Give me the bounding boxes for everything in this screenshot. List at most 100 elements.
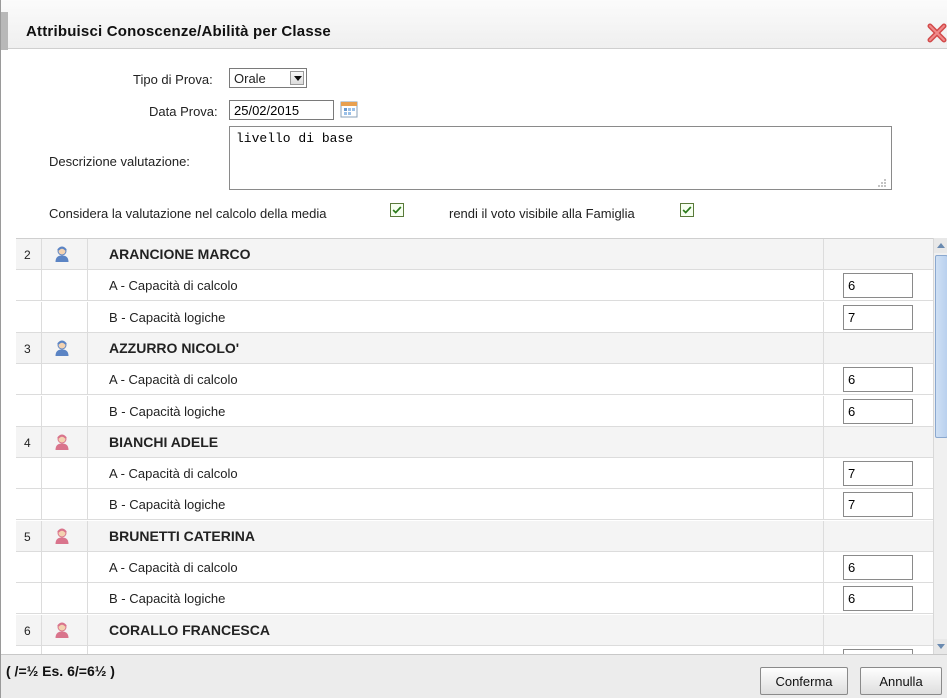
dialog: Attribuisci Conoscenze/Abilità per Class… [0,0,947,698]
skill-grade-cell [824,364,933,395]
student-name: BRUNETTI CATERINA [88,521,824,552]
grade-input[interactable] [843,367,913,392]
resize-grip-icon[interactable] [877,178,887,188]
evaluation-form: Tipo di Prova: Orale Data Prova: Descriz… [1,50,947,238]
student-grade-cell [824,333,933,364]
student-name: AZZURRO NICOLO' [88,333,824,364]
data-prova-label: Data Prova: [149,104,218,119]
skill-number-cell [16,489,42,520]
skill-number-cell [16,396,42,427]
student-icon-cell [42,239,88,270]
skill-grade-cell [824,646,933,654]
student-name: ARANCIONE MARCO [88,239,824,270]
student-name: BIANCHI ADELE [88,427,824,458]
skill-label: B - Capacità logiche [88,489,824,520]
grade-input[interactable] [843,555,913,580]
skill-icon-cell [42,458,88,489]
tipo-prova-select[interactable]: Orale [229,68,307,88]
skill-number-cell [16,302,42,333]
skill-grade-cell [824,396,933,427]
skill-icon-cell [42,583,88,614]
student-icon-cell [42,427,88,458]
titlebar-accent [1,12,8,50]
student-row: 5 BRUNETTI CATERINA [16,521,933,552]
skill-grade-cell [824,302,933,333]
student-number: 2 [16,239,42,270]
scroll-up-icon[interactable] [934,238,947,253]
student-row: 2 ARANCIONE MARCO [16,239,933,270]
skill-row: A - Capacità di calcolo [16,646,933,654]
famiglia-checkbox[interactable] [680,203,694,217]
student-row: 6 CORALLO FRANCESCA [16,615,933,646]
tipo-prova-label: Tipo di Prova: [133,72,213,87]
skill-row: A - Capacità di calcolo [16,364,933,395]
dialog-title: Attribuisci Conoscenze/Abilità per Class… [26,23,331,40]
student-number: 5 [16,521,42,552]
calendar-icon[interactable] [340,100,358,118]
skill-label: A - Capacità di calcolo [88,364,824,395]
close-icon[interactable] [926,22,947,44]
skill-label: A - Capacità di calcolo [88,552,824,583]
skill-label: B - Capacità logiche [88,302,824,333]
student-icon-cell [42,615,88,646]
skill-label: A - Capacità di calcolo [88,458,824,489]
skill-grade-cell [824,489,933,520]
skill-number-cell [16,458,42,489]
grade-input[interactable] [843,305,913,330]
chevron-down-icon[interactable] [290,71,304,85]
grades-table: 2ARANCIONE MARCOA - Capacità di calcoloB… [16,238,933,654]
student-grade-cell [824,615,933,646]
skill-row: B - Capacità logiche [16,302,933,333]
data-prova-input[interactable] [229,100,334,120]
skill-row: B - Capacità logiche [16,489,933,520]
student-icon-cell [42,333,88,364]
dialog-footer: ( /=½ Es. 6/=6½ ) Conferma Annulla [1,654,947,698]
skill-number-cell [16,270,42,301]
student-row: 3 AZZURRO NICOLO' [16,333,933,364]
student-grade-cell [824,427,933,458]
skill-grade-cell [824,270,933,301]
skill-row: A - Capacità di calcolo [16,458,933,489]
student-grade-cell [824,239,933,270]
student-number: 6 [16,615,42,646]
skill-number-cell [16,583,42,614]
student-number: 3 [16,333,42,364]
student-row: 4 BIANCHI ADELE [16,427,933,458]
skill-icon-cell [42,302,88,333]
confirm-button[interactable]: Conferma [760,667,848,695]
grade-input[interactable] [843,492,913,517]
grade-input[interactable] [843,399,913,424]
skill-number-cell [16,364,42,395]
skill-row: B - Capacità logiche [16,396,933,427]
skill-icon-cell [42,396,88,427]
scrollbar-thumb[interactable] [935,255,947,438]
grade-hint: ( /=½ Es. 6/=6½ ) [6,663,115,679]
vertical-scrollbar[interactable] [933,238,947,654]
descrizione-textarea[interactable]: livello di base [229,126,892,190]
student-number: 4 [16,427,42,458]
skill-icon-cell [42,489,88,520]
skill-number-cell [16,646,42,654]
skill-icon-cell [42,364,88,395]
student-name: CORALLO FRANCESCA [88,615,824,646]
skill-row: B - Capacità logiche [16,583,933,614]
dialog-titlebar: Attribuisci Conoscenze/Abilità per Class… [1,0,947,50]
media-checkbox[interactable] [390,203,404,217]
grade-input[interactable] [843,273,913,298]
grade-input[interactable] [843,586,913,611]
skill-label: B - Capacità logiche [88,396,824,427]
skill-row: A - Capacità di calcolo [16,552,933,583]
cancel-button[interactable]: Annulla [860,667,942,695]
skill-label: A - Capacità di calcolo [88,270,824,301]
skill-number-cell [16,552,42,583]
tipo-prova-value: Orale [234,71,266,86]
skill-icon-cell [42,552,88,583]
famiglia-label: rendi il voto visibile alla Famiglia [449,206,635,221]
skill-icon-cell [42,270,88,301]
skill-grade-cell [824,458,933,489]
grade-input[interactable] [843,461,913,486]
skill-label: B - Capacità logiche [88,583,824,614]
scroll-down-icon[interactable] [934,639,947,654]
skill-grade-cell [824,583,933,614]
skill-row: A - Capacità di calcolo [16,270,933,301]
